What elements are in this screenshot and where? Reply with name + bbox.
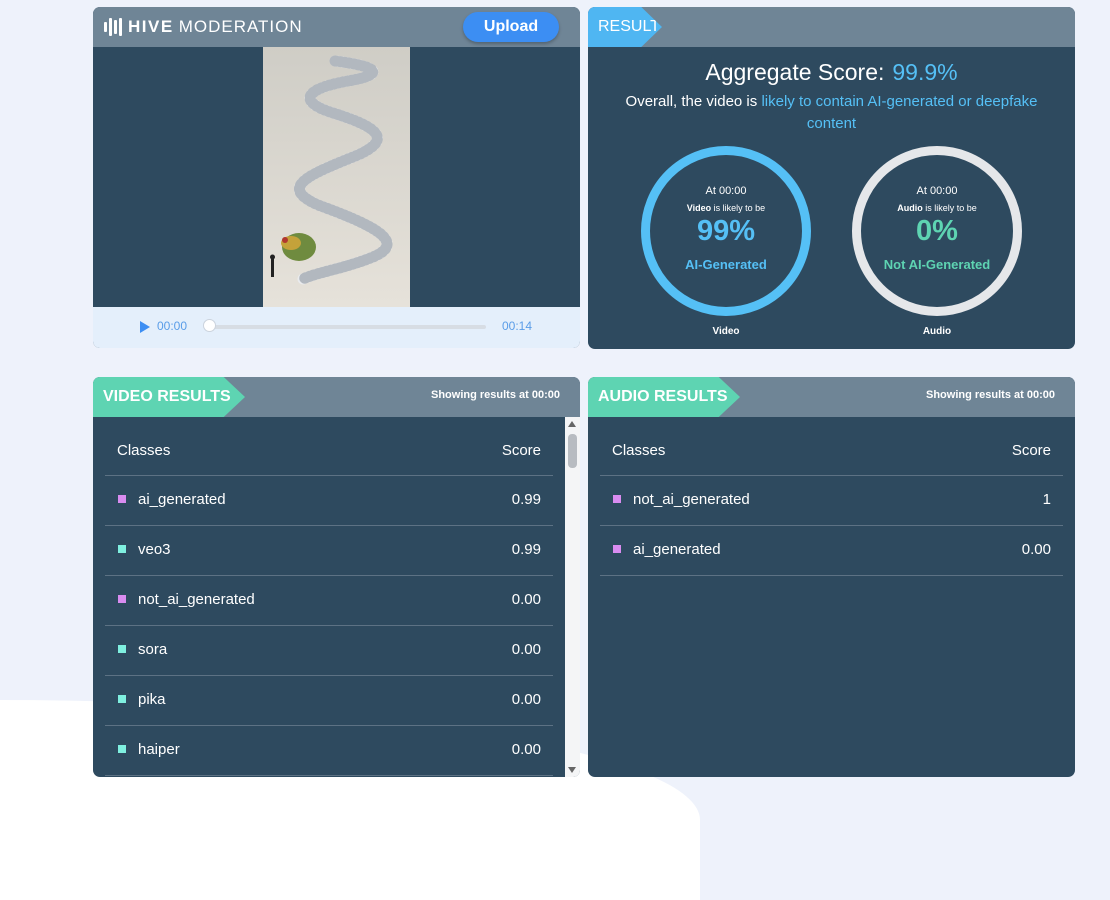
current-time: 00:00	[157, 319, 188, 333]
video-showing-time: 00:00	[531, 389, 560, 401]
video-gauge-subject: Video	[686, 203, 712, 213]
video-results-table: Classes Score ai_generated 0.99 veo3 0.99 no…	[105, 417, 553, 776]
table-row: not_ai_generated 1	[600, 476, 1063, 526]
audio-results-tab: AUDIO RESULTS	[588, 377, 740, 417]
logo-light-text: MODERATION	[178, 17, 303, 36]
class-name: pika	[138, 691, 166, 708]
audio-gauge-likely-text: is likely to be	[925, 203, 977, 213]
audio-results-showing: Showing results at 00:00	[926, 389, 1055, 401]
video-showing-prefix: Showing results at	[431, 389, 529, 401]
video-results-scrollbar[interactable]	[565, 417, 580, 777]
class-name: ai_generated	[138, 491, 226, 508]
result-panel: RESULT Aggregate Score: 99.9% Overall, th…	[588, 7, 1075, 349]
class-score: 0.00	[511, 741, 541, 758]
overall-prefix: Overall, the video is	[625, 93, 758, 110]
aggregate-score: Aggregate Score: 99.9%	[588, 59, 1075, 86]
class-name: veo3	[138, 541, 171, 558]
scroll-up-icon[interactable]	[568, 421, 576, 427]
audio-showing-prefix: Showing results at	[926, 389, 1024, 401]
class-color-swatch	[118, 495, 126, 503]
table-header-row: Classes Score	[105, 417, 553, 476]
audio-gauge-time: At 00:00	[916, 185, 958, 197]
video-player-panel: HIVE MODERATION Upload 00:00 00:14	[93, 7, 580, 348]
progress-knob[interactable]	[203, 319, 216, 332]
hive-logo: HIVE MODERATION	[104, 16, 303, 38]
audio-gauge-caption: Audio	[922, 326, 952, 337]
class-name: not_ai_generated	[138, 591, 255, 608]
player-header: HIVE MODERATION Upload	[93, 7, 580, 47]
col-classes: Classes	[117, 442, 171, 459]
class-color-swatch	[118, 745, 126, 753]
player-controls: 00:00 00:14	[93, 307, 580, 348]
audio-gauge-label: Not AI-Generated	[883, 257, 991, 272]
logo-strong-text: HIVE	[128, 17, 174, 36]
table-header-row: Classes Score	[600, 417, 1063, 476]
scroll-thumb[interactable]	[568, 434, 577, 468]
class-color-swatch	[118, 595, 126, 603]
result-header: RESULT	[588, 7, 1075, 47]
table-row: ai_generated 0.99	[105, 476, 553, 526]
table-row: sora 0.00	[105, 626, 553, 676]
class-score: 0.99	[511, 491, 541, 508]
class-name: ai_generated	[633, 541, 721, 558]
class-score: 0.99	[511, 541, 541, 558]
class-color-swatch	[613, 495, 621, 503]
class-score: 1	[1042, 491, 1051, 508]
class-score: 0.00	[511, 691, 541, 708]
class-score: 0.00	[511, 591, 541, 608]
audio-gauge-percent: 0%	[916, 215, 958, 247]
upload-button[interactable]: Upload	[463, 12, 559, 42]
table-row: veo3 0.99	[105, 526, 553, 576]
overall-link[interactable]: likely to contain AI-generated or deepfa…	[761, 93, 1037, 132]
audio-showing-time: 00:00	[1026, 389, 1055, 401]
audio-results-panel: AUDIO RESULTS Showing results at 00:00 C…	[588, 377, 1075, 777]
video-gauge-label: AI-Generated	[685, 257, 767, 272]
video-gauge-likely: Video is likely to be	[650, 203, 802, 213]
audio-gauge-subject: Audio	[897, 203, 923, 213]
class-score: 0.00	[511, 641, 541, 658]
class-score: 0.00	[1021, 541, 1051, 558]
table-row: ai_generated 0.00	[600, 526, 1063, 576]
class-color-swatch	[118, 545, 126, 553]
result-tab: RESULT	[588, 7, 662, 47]
video-frame	[263, 47, 410, 307]
aggregate-value: 99.9%	[892, 59, 958, 85]
video-gauge-caption: Video	[712, 326, 740, 337]
video-results-header: VIDEO RESULTS Showing results at 00:00	[93, 377, 580, 417]
class-color-swatch	[118, 695, 126, 703]
video-area[interactable]	[93, 47, 580, 307]
play-icon[interactable]	[140, 321, 150, 333]
aggregate-label: Aggregate Score:	[705, 59, 885, 85]
class-color-swatch	[118, 645, 126, 653]
class-name: haiper	[138, 741, 180, 758]
scroll-down-icon[interactable]	[568, 767, 576, 773]
video-gauge: At 00:00 Video is likely to be 99% AI-Ge…	[641, 146, 811, 316]
class-name: sora	[138, 641, 168, 658]
duration-time: 00:14	[502, 319, 533, 333]
class-color-swatch	[613, 545, 621, 553]
audio-results-header: AUDIO RESULTS Showing results at 00:00	[588, 377, 1075, 417]
col-score: Score	[501, 442, 541, 459]
video-gauge-likely-text: is likely to be	[713, 203, 766, 213]
table-row: haiper 0.00	[105, 726, 553, 776]
class-name: not_ai_generated	[633, 491, 750, 508]
audio-gauge: At 00:00 Audio is likely to be 0% Not AI…	[852, 146, 1022, 316]
table-row: not_ai_generated 0.00	[105, 576, 553, 626]
video-gauge-percent: 99%	[696, 215, 756, 247]
overall-summary: Overall, the video is likely to contain …	[602, 91, 1061, 135]
col-classes: Classes	[612, 442, 666, 459]
table-row: pika 0.00	[105, 676, 553, 726]
audio-results-table: Classes Score not_ai_generated 1 ai_genera…	[600, 417, 1063, 576]
video-gauge-time: At 00:00	[705, 185, 747, 197]
col-score: Score	[1011, 442, 1051, 459]
hive-logo-icon	[104, 18, 122, 36]
video-results-tab: VIDEO RESULTS	[93, 377, 245, 417]
progress-track[interactable]	[210, 325, 486, 329]
audio-gauge-likely: Audio is likely to be	[861, 203, 1013, 213]
video-results-panel: VIDEO RESULTS Showing results at 00:00 C…	[93, 377, 580, 777]
video-results-showing: Showing results at 00:00	[431, 389, 560, 401]
